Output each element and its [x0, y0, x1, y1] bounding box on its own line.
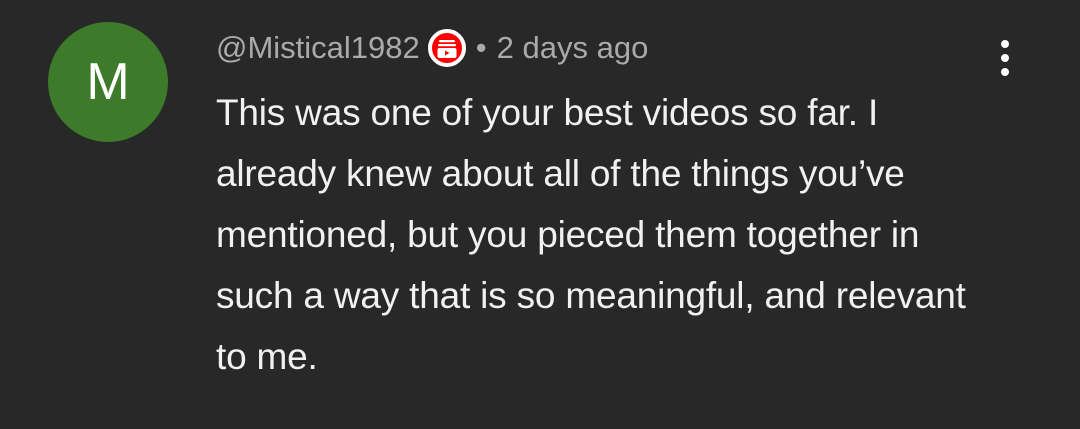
- more-options-button[interactable]: [985, 38, 1025, 82]
- meta-separator: •: [475, 30, 487, 65]
- avatar-initial: M: [86, 53, 130, 111]
- comment-meta: @Mistical1982 • 2 days ago: [216, 28, 648, 68]
- comment-text: This was one of your best videos so far.…: [216, 92, 966, 377]
- timestamp: 2 days ago: [496, 30, 649, 65]
- author-name[interactable]: @Mistical1982: [216, 30, 420, 66]
- vertical-ellipsis-icon: [998, 37, 1012, 84]
- avatar[interactable]: M: [48, 22, 168, 142]
- comment-card: M @Mistical1982 • 2 days ago This was on…: [0, 0, 1080, 429]
- red-circle-shopping-icon: [426, 27, 468, 69]
